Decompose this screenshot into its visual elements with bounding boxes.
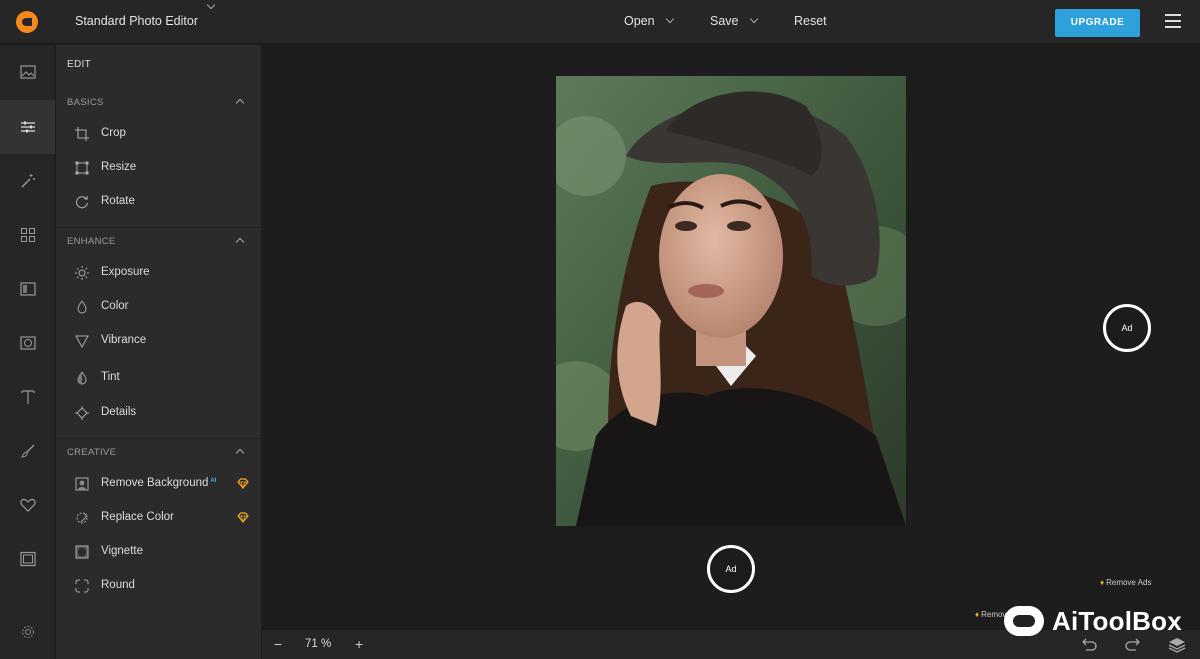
watermark: AiToolBox: [1004, 603, 1182, 639]
chevron-up-icon[interactable]: [235, 237, 245, 247]
edit-panel: EDIT BASICS Crop Resize Rotate ENHANCE E…: [56, 45, 261, 659]
photo-preview[interactable]: [556, 76, 906, 526]
tool-color[interactable]: Color: [56, 291, 261, 325]
zoom-level: 71 %: [305, 638, 332, 650]
tint-drop-icon: [77, 371, 87, 385]
chevron-down-icon: [749, 14, 758, 24]
tool-label: Remove Background AI: [101, 477, 217, 489]
hamburger-menu-icon[interactable]: [1165, 14, 1181, 28]
tool-replace-color[interactable]: Replace Color: [56, 502, 261, 536]
tool-resize[interactable]: Resize: [56, 152, 261, 186]
ai-badge: AI: [210, 478, 217, 484]
details-icon: [75, 406, 89, 420]
tool-vibrance[interactable]: Vibrance: [56, 325, 261, 359]
zoom-in-button[interactable]: +: [355, 636, 363, 652]
portrait-image: [556, 76, 906, 526]
upgrade-button[interactable]: UPGRADE: [1055, 9, 1140, 37]
chevron-down-icon[interactable]: [206, 0, 216, 10]
tool-rail: [0, 45, 55, 659]
zoom-out-button[interactable]: −: [274, 636, 282, 652]
rotate-icon: [76, 195, 89, 209]
tool-label: Crop: [101, 127, 126, 139]
app-logo[interactable]: [16, 11, 38, 33]
ad-badge-bottom[interactable]: Ad: [707, 545, 755, 593]
crop-icon: [75, 127, 89, 141]
tool-remove-background[interactable]: Remove Background AI: [56, 468, 261, 502]
tool-round[interactable]: Round: [56, 570, 261, 604]
settings-icon[interactable]: [0, 605, 55, 659]
editor-title[interactable]: Standard Photo Editor: [75, 14, 198, 28]
tool-label: Rotate: [101, 195, 135, 207]
image-icon[interactable]: [0, 45, 55, 99]
watermark-logo: [1004, 606, 1044, 636]
remove-ads-link[interactable]: ♦ Remove Ads: [1100, 578, 1151, 587]
ad-badge-right[interactable]: Ad: [1103, 304, 1151, 352]
text-icon[interactable]: [0, 370, 55, 424]
vignette-icon[interactable]: [0, 316, 55, 370]
undo-icon[interactable]: [1080, 637, 1098, 653]
premium-gem-icon: ♦: [975, 610, 980, 619]
triangle-icon: [75, 335, 89, 348]
tool-label: Vignette: [101, 545, 143, 557]
vignette-icon: [75, 545, 89, 559]
tool-details[interactable]: Details: [56, 397, 261, 431]
enhance-section-header[interactable]: ENHANCE: [56, 228, 261, 258]
premium-gem-icon: [237, 478, 249, 489]
tool-label: Exposure: [101, 266, 150, 278]
droplet-icon: [77, 300, 87, 314]
open-menu[interactable]: Open: [624, 14, 674, 28]
premium-gem-icon: [237, 512, 249, 523]
round-corners-icon: [75, 579, 89, 593]
adjust-sliders-icon[interactable]: [0, 100, 55, 154]
tool-exposure[interactable]: Exposure: [56, 257, 261, 291]
watermark-text: AiToolBox: [1052, 605, 1182, 636]
tool-label: Vibrance: [101, 334, 147, 346]
grid-icon[interactable]: [0, 208, 55, 262]
tool-label: Tint: [101, 371, 120, 383]
layers-icon[interactable]: [1168, 637, 1186, 653]
section-title: BASICS: [67, 97, 104, 108]
resize-icon: [75, 161, 89, 175]
heart-icon[interactable]: [0, 478, 55, 532]
tool-label: Details: [101, 406, 137, 418]
chevron-up-icon[interactable]: [235, 448, 245, 458]
section-title: CREATIVE: [67, 447, 117, 458]
section-title: ENHANCE: [67, 236, 116, 247]
premium-gem-icon: ♦: [1100, 578, 1105, 587]
tool-crop[interactable]: Crop: [56, 118, 261, 152]
basics-section-header[interactable]: BASICS: [56, 89, 261, 119]
chevron-up-icon[interactable]: [235, 98, 245, 108]
border-icon[interactable]: [0, 532, 55, 586]
tool-vignette[interactable]: Vignette: [56, 536, 261, 570]
tool-label: Round: [101, 579, 135, 591]
chevron-down-icon: [665, 14, 674, 24]
reset-button[interactable]: Reset: [794, 14, 827, 28]
tool-label: Color: [101, 300, 129, 312]
magic-wand-icon[interactable]: [0, 154, 55, 208]
creative-section-header[interactable]: CREATIVE: [56, 439, 261, 469]
save-menu[interactable]: Save: [710, 14, 758, 28]
tool-label: Replace Color: [101, 511, 174, 523]
tool-tint[interactable]: Tint: [56, 362, 261, 396]
top-bar: Standard Photo Editor Open Save Reset UP…: [0, 0, 1200, 44]
redo-icon[interactable]: [1124, 637, 1142, 653]
panel-heading: EDIT: [67, 59, 91, 70]
remove-bg-icon: [75, 477, 89, 491]
tool-rotate[interactable]: Rotate: [56, 186, 261, 220]
frame-icon[interactable]: [0, 262, 55, 316]
sun-icon: [75, 266, 89, 280]
replace-color-icon: [76, 512, 88, 524]
brush-icon[interactable]: [0, 424, 55, 478]
tool-label: Resize: [101, 161, 137, 173]
